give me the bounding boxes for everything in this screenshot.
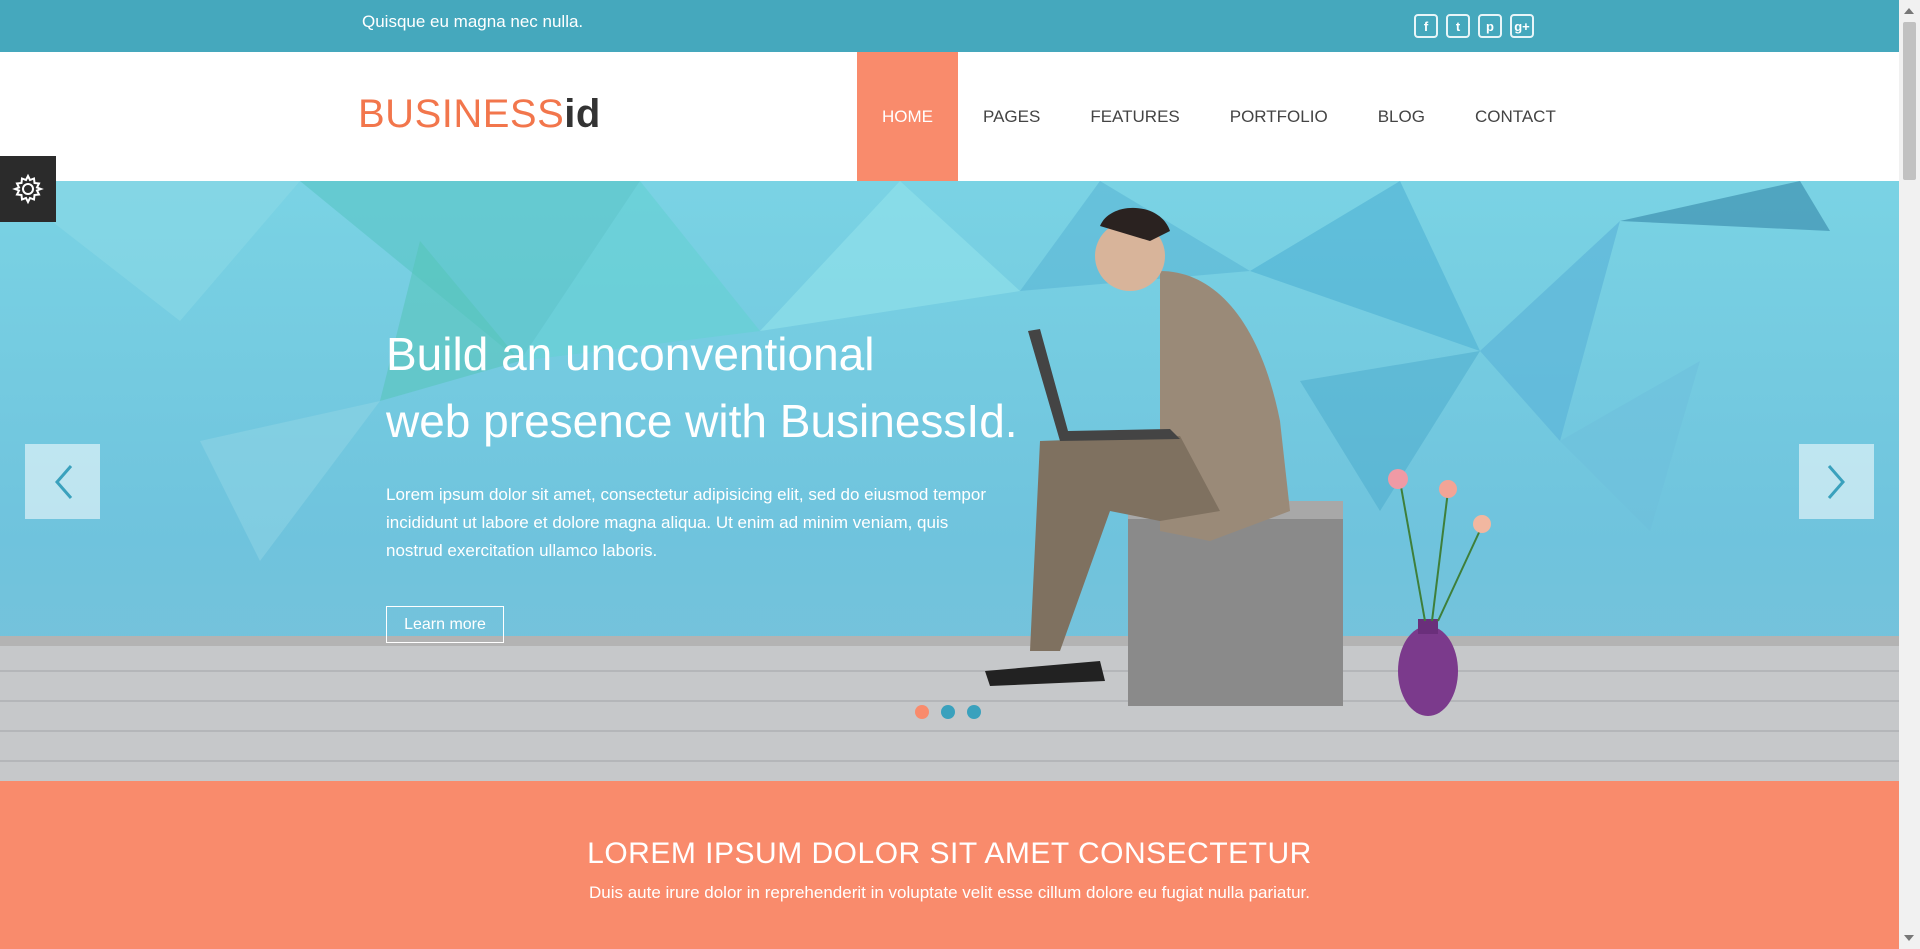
hero-title: Build an unconventional web presence wit… <box>386 321 1018 455</box>
gear-icon <box>12 173 44 205</box>
learn-more-button[interactable]: Learn more <box>386 606 504 643</box>
tagline: Quisque eu magna nec nulla. <box>362 12 584 31</box>
facebook-icon[interactable]: f <box>1414 14 1438 38</box>
nav-item-contact[interactable]: CONTACT <box>1450 52 1581 181</box>
nav-item-features[interactable]: FEATURES <box>1065 52 1204 181</box>
logo-text-business: BUSINESS <box>358 92 565 136</box>
intro-banner: LOREM IPSUM DOLOR SIT AMET CONSECTETUR D… <box>0 781 1899 949</box>
scroll-up-arrow[interactable] <box>1904 8 1914 14</box>
top-bar: Quisque eu magna nec nulla. f t p g+ <box>0 0 1899 52</box>
page-scrollbar[interactable] <box>1899 0 1920 949</box>
hero-title-line-2: web presence with BusinessId. <box>386 395 1018 447</box>
settings-panel-toggle[interactable] <box>0 156 56 222</box>
hero-slider: Build an unconventional web presence wit… <box>0 181 1899 781</box>
twitter-icon[interactable]: t <box>1446 14 1470 38</box>
page: Quisque eu magna nec nulla. f t p g+ BUS… <box>0 0 1899 949</box>
nav-item-blog[interactable]: BLOG <box>1353 52 1450 181</box>
slider-dot-1[interactable] <box>915 705 929 719</box>
slider-dot-3[interactable] <box>967 705 981 719</box>
slider-prev-button[interactable] <box>25 444 100 519</box>
logo-text-id: id <box>564 92 601 136</box>
social-links: f t p g+ <box>1414 14 1534 38</box>
slider-dot-2[interactable] <box>941 705 955 719</box>
banner-text: Duis aute irure dolor in reprehenderit i… <box>588 883 1310 902</box>
nav-item-home[interactable]: HOME <box>857 52 958 191</box>
slider-pagination <box>915 705 981 719</box>
chevron-right-icon <box>1827 464 1845 499</box>
banner-heading: LOREM IPSUM DOLOR SIT AMET CONSECTETUR <box>587 837 1312 870</box>
chevron-left-icon <box>54 464 72 499</box>
pinterest-icon[interactable]: p <box>1478 14 1502 38</box>
slider-next-button[interactable] <box>1799 444 1874 519</box>
logo[interactable]: BUSINESSid <box>358 92 601 137</box>
hero-title-line-1: Build an unconventional <box>386 328 875 380</box>
scrollbar-thumb[interactable] <box>1903 22 1916 180</box>
main-nav: HOME PAGES FEATURES PORTFOLIO BLOG CONTA… <box>857 52 1581 191</box>
google-plus-icon[interactable]: g+ <box>1510 14 1534 38</box>
nav-item-pages[interactable]: PAGES <box>958 52 1065 181</box>
hero-description: Lorem ipsum dolor sit amet, consectetur … <box>386 485 987 560</box>
site-header: BUSINESSid HOME PAGES FEATURES PORTFOLIO… <box>0 52 1899 191</box>
nav-item-portfolio[interactable]: PORTFOLIO <box>1205 52 1353 181</box>
scroll-down-arrow[interactable] <box>1904 935 1914 941</box>
